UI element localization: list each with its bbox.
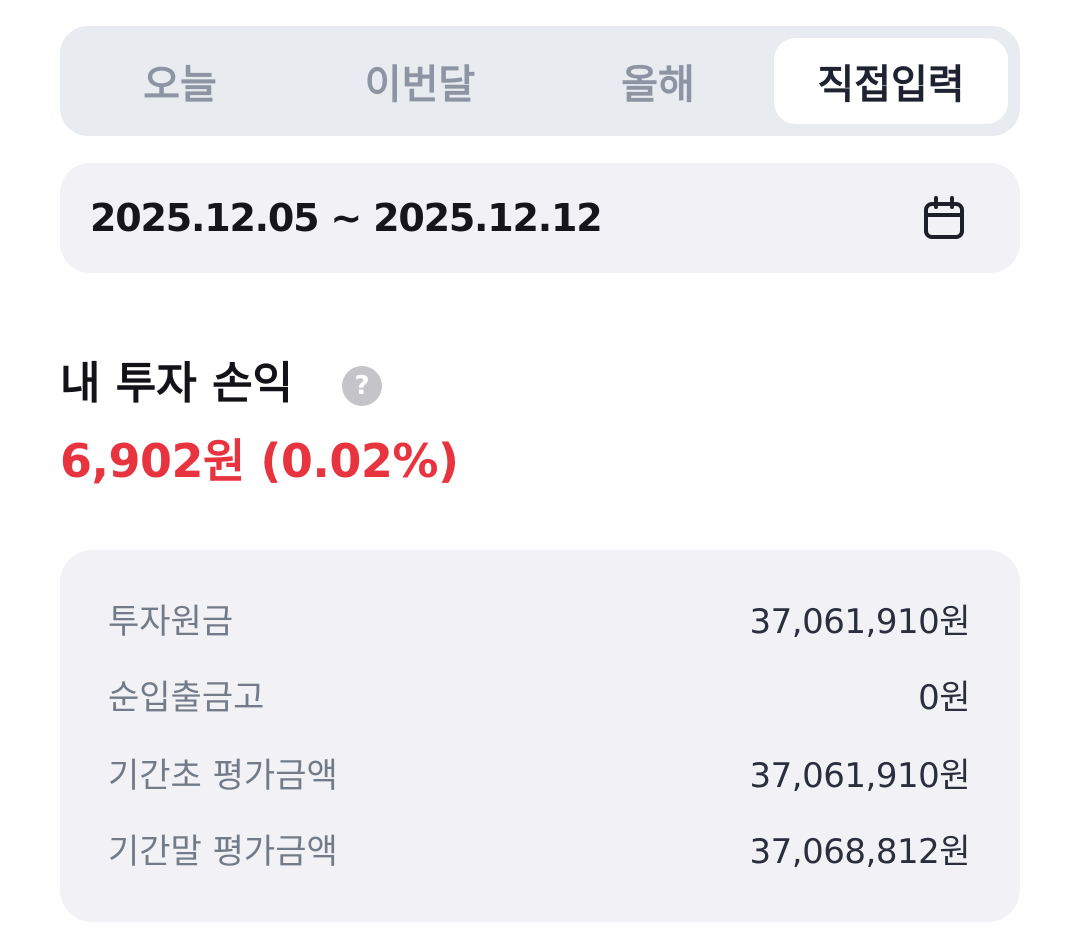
detail-value: 37,061,910원 — [749, 756, 971, 796]
detail-label: 투자원금 — [108, 602, 234, 642]
detail-label: 기간초 평가금액 — [108, 756, 338, 796]
question-icon[interactable]: ? — [342, 366, 382, 406]
detail-value: 37,061,910원 — [749, 602, 971, 642]
detail-row-start-valuation: 기간초 평가금액 37,061,910원 — [108, 746, 971, 806]
detail-value: 0원 — [918, 678, 970, 718]
tab-today[interactable]: 오늘 — [60, 38, 300, 124]
profit-amount: 6,902원 (0.02%) — [60, 434, 459, 488]
detail-row-net-deposit: 순입출금고 0원 — [108, 668, 970, 728]
calendar-icon[interactable] — [922, 195, 966, 241]
investment-profit-title: 내 투자 손익 — [60, 358, 294, 409]
detail-label: 순입출금고 — [108, 678, 265, 718]
date-range-text: 2025.12.05 ~ 2025.12.12 — [90, 196, 603, 240]
detail-value: 37,068,812원 — [749, 832, 971, 872]
detail-row-end-valuation: 기간말 평가금액 37,068,812원 — [108, 822, 971, 882]
tab-custom-input[interactable]: 직접입력 — [774, 38, 1008, 124]
detail-label: 기간말 평가금액 — [108, 832, 338, 872]
tab-this-year[interactable]: 올해 — [540, 38, 776, 124]
details-card: 투자원금 37,061,910원 순입출금고 0원 기간초 평가금액 37,06… — [60, 550, 1020, 922]
tab-this-month[interactable]: 이번달 — [300, 38, 540, 124]
detail-row-principal: 투자원금 37,061,910원 — [108, 592, 971, 652]
date-range-selector[interactable]: 2025.12.05 ~ 2025.12.12 — [60, 163, 1020, 273]
period-segmented-control: 오늘 이번달 올해 직접입력 — [60, 26, 1020, 136]
